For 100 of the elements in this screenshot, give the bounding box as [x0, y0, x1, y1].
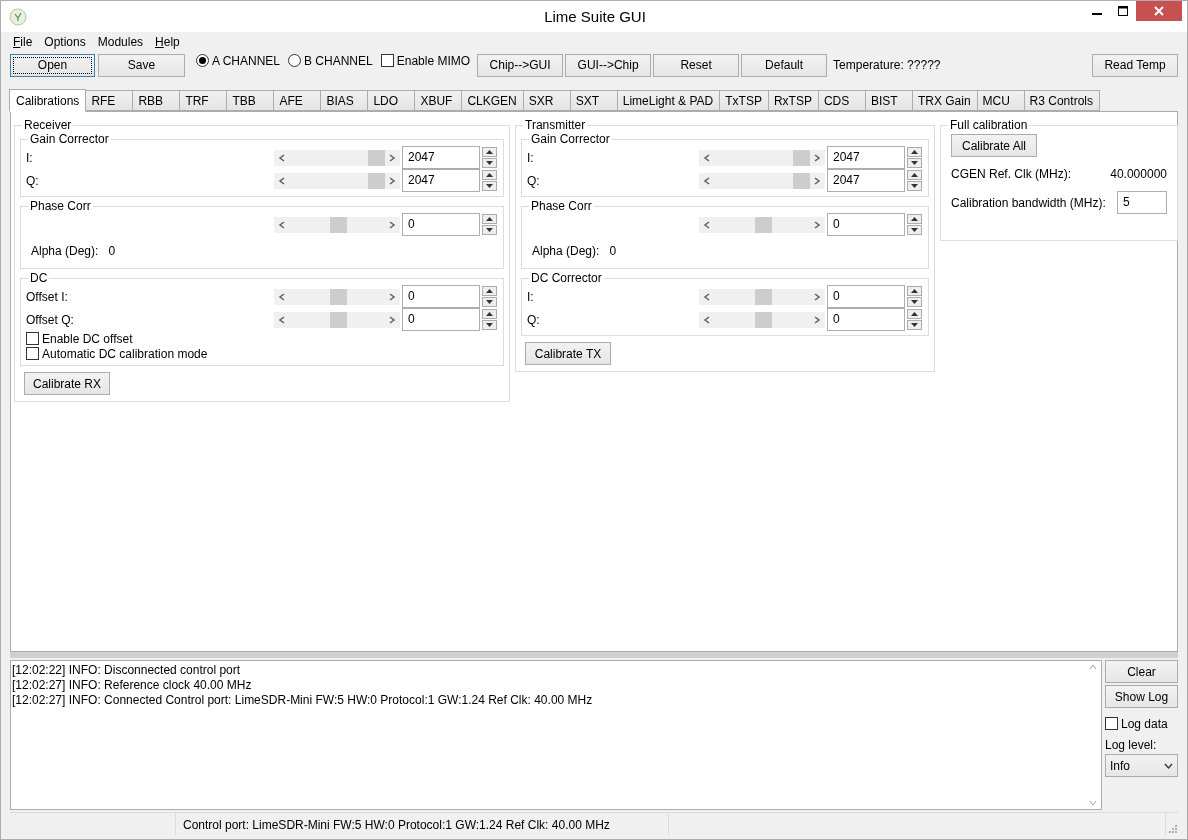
spin-up-button[interactable] — [907, 286, 922, 296]
slider[interactable] — [274, 216, 400, 233]
slider[interactable] — [699, 149, 825, 166]
tab[interactable]: TRF — [179, 90, 228, 111]
toolbar-button[interactable]: Reset — [653, 53, 740, 77]
slider-thumb[interactable] — [754, 216, 772, 233]
tab[interactable]: LimeLight & PAD — [616, 90, 721, 111]
tab[interactable]: RBB — [132, 90, 181, 111]
tab[interactable]: BIAS — [320, 90, 369, 111]
up-triangle-icon — [911, 217, 918, 221]
tab[interactable]: LDO — [367, 90, 416, 111]
spin-up-button[interactable] — [907, 214, 922, 224]
close-button[interactable] — [1136, 1, 1182, 21]
radio-button[interactable] — [196, 54, 209, 67]
toolbar-button[interactable]: Open — [10, 53, 95, 77]
tab[interactable]: TxTSP — [719, 90, 769, 111]
menu-item[interactable]: Help — [149, 34, 186, 50]
spin-up-button[interactable] — [482, 170, 497, 180]
number-field[interactable]: 2047 — [402, 146, 480, 169]
number-field[interactable]: 0 — [402, 308, 480, 331]
slider[interactable] — [274, 288, 400, 305]
slider-thumb[interactable] — [329, 311, 347, 328]
toolbar-button[interactable]: Default — [741, 53, 828, 77]
spin-down-button[interactable] — [907, 158, 922, 168]
spin-down-button[interactable] — [482, 320, 497, 330]
checkbox[interactable] — [380, 54, 394, 67]
log-level-dropdown[interactable]: Info — [1105, 754, 1178, 777]
tab[interactable]: TBB — [226, 90, 275, 111]
spin-up-button[interactable] — [482, 286, 497, 296]
field-label: I: — [527, 150, 535, 165]
slider[interactable] — [699, 288, 825, 305]
spin-down-button[interactable] — [907, 225, 922, 235]
slider-thumb[interactable] — [792, 172, 810, 189]
toolbar-button[interactable]: GUI-->Chip — [565, 53, 652, 77]
slider[interactable] — [274, 172, 400, 189]
slider-thumb[interactable] — [792, 149, 810, 166]
tab[interactable]: AFE — [273, 90, 322, 111]
number-field[interactable]: 2047 — [402, 169, 480, 192]
spin-up-button[interactable] — [482, 147, 497, 157]
calibrate-button[interactable]: Calibrate TX — [525, 342, 611, 365]
spin-up-button[interactable] — [907, 147, 922, 157]
log-button[interactable]: Show Log — [1105, 685, 1178, 708]
checkbox[interactable] — [26, 332, 39, 345]
number-field[interactable]: 0 — [402, 213, 480, 236]
spin-down-button[interactable] — [907, 320, 922, 330]
spin-down-button[interactable] — [907, 297, 922, 307]
tab[interactable]: CLKGEN — [461, 90, 524, 111]
tab[interactable]: SXT — [569, 90, 618, 111]
spin-down-button[interactable] — [907, 181, 922, 191]
tab[interactable]: TRX Gain — [911, 90, 978, 111]
log-button[interactable]: Clear — [1105, 660, 1178, 683]
spin-down-button[interactable] — [482, 297, 497, 307]
tab[interactable]: RxTSP — [767, 90, 819, 111]
tab[interactable]: RFE — [85, 90, 134, 111]
spin-up-button[interactable] — [482, 214, 497, 224]
number-field[interactable]: 2047 — [827, 146, 905, 169]
number-field[interactable]: 0 — [402, 285, 480, 308]
tab[interactable]: SXR — [522, 90, 571, 111]
number-field[interactable]: 2047 — [827, 169, 905, 192]
slider[interactable] — [699, 311, 825, 328]
tab[interactable]: MCU — [976, 90, 1025, 111]
calibrate-button[interactable]: Calibrate RX — [24, 372, 110, 395]
slider-thumb[interactable] — [754, 288, 772, 305]
spin-down-button[interactable] — [482, 225, 497, 235]
tab[interactable]: CDS — [817, 90, 866, 111]
toolbar-button[interactable]: Chip-->GUI — [477, 53, 564, 77]
spin-down-button[interactable] — [482, 158, 497, 168]
checkbox[interactable] — [1105, 717, 1118, 730]
toolbar-button[interactable]: Save — [98, 53, 185, 77]
checkbox[interactable] — [26, 347, 39, 360]
calibrate-all-button[interactable]: Calibrate All — [951, 134, 1037, 157]
slider-thumb[interactable] — [367, 172, 385, 189]
slider[interactable] — [274, 149, 400, 166]
radio-button[interactable] — [288, 54, 302, 67]
tab[interactable]: BIST — [864, 90, 913, 111]
number-field[interactable]: 0 — [827, 308, 905, 331]
resize-grip-icon[interactable] — [1166, 822, 1178, 834]
spin-up-button[interactable] — [482, 309, 497, 319]
tab[interactable]: Calibrations — [9, 89, 87, 112]
checkbox-label: Enable DC offset — [42, 331, 133, 346]
menu-item[interactable]: File — [7, 34, 39, 50]
field-label: Offset Q: — [26, 312, 75, 327]
read-temp-button[interactable]: Read Temp — [1092, 53, 1178, 77]
slider-thumb[interactable] — [329, 288, 347, 305]
slider-thumb[interactable] — [329, 216, 347, 233]
number-field[interactable]: 0 — [827, 285, 905, 308]
menu-item[interactable]: Modules — [91, 34, 150, 50]
slider[interactable] — [699, 216, 825, 233]
spin-up-button[interactable] — [907, 309, 922, 319]
menu-item[interactable]: Options — [38, 34, 92, 50]
number-field[interactable]: 0 — [827, 213, 905, 236]
spin-down-button[interactable] — [482, 181, 497, 191]
tab[interactable]: R3 Controls — [1023, 90, 1100, 111]
slider-thumb[interactable] — [754, 311, 772, 328]
tab[interactable]: XBUF — [414, 90, 463, 111]
slider[interactable] — [274, 311, 400, 328]
bandwidth-field[interactable]: 5 — [1117, 191, 1167, 214]
slider[interactable] — [699, 172, 825, 189]
spin-up-button[interactable] — [907, 170, 922, 180]
slider-thumb[interactable] — [367, 149, 385, 166]
